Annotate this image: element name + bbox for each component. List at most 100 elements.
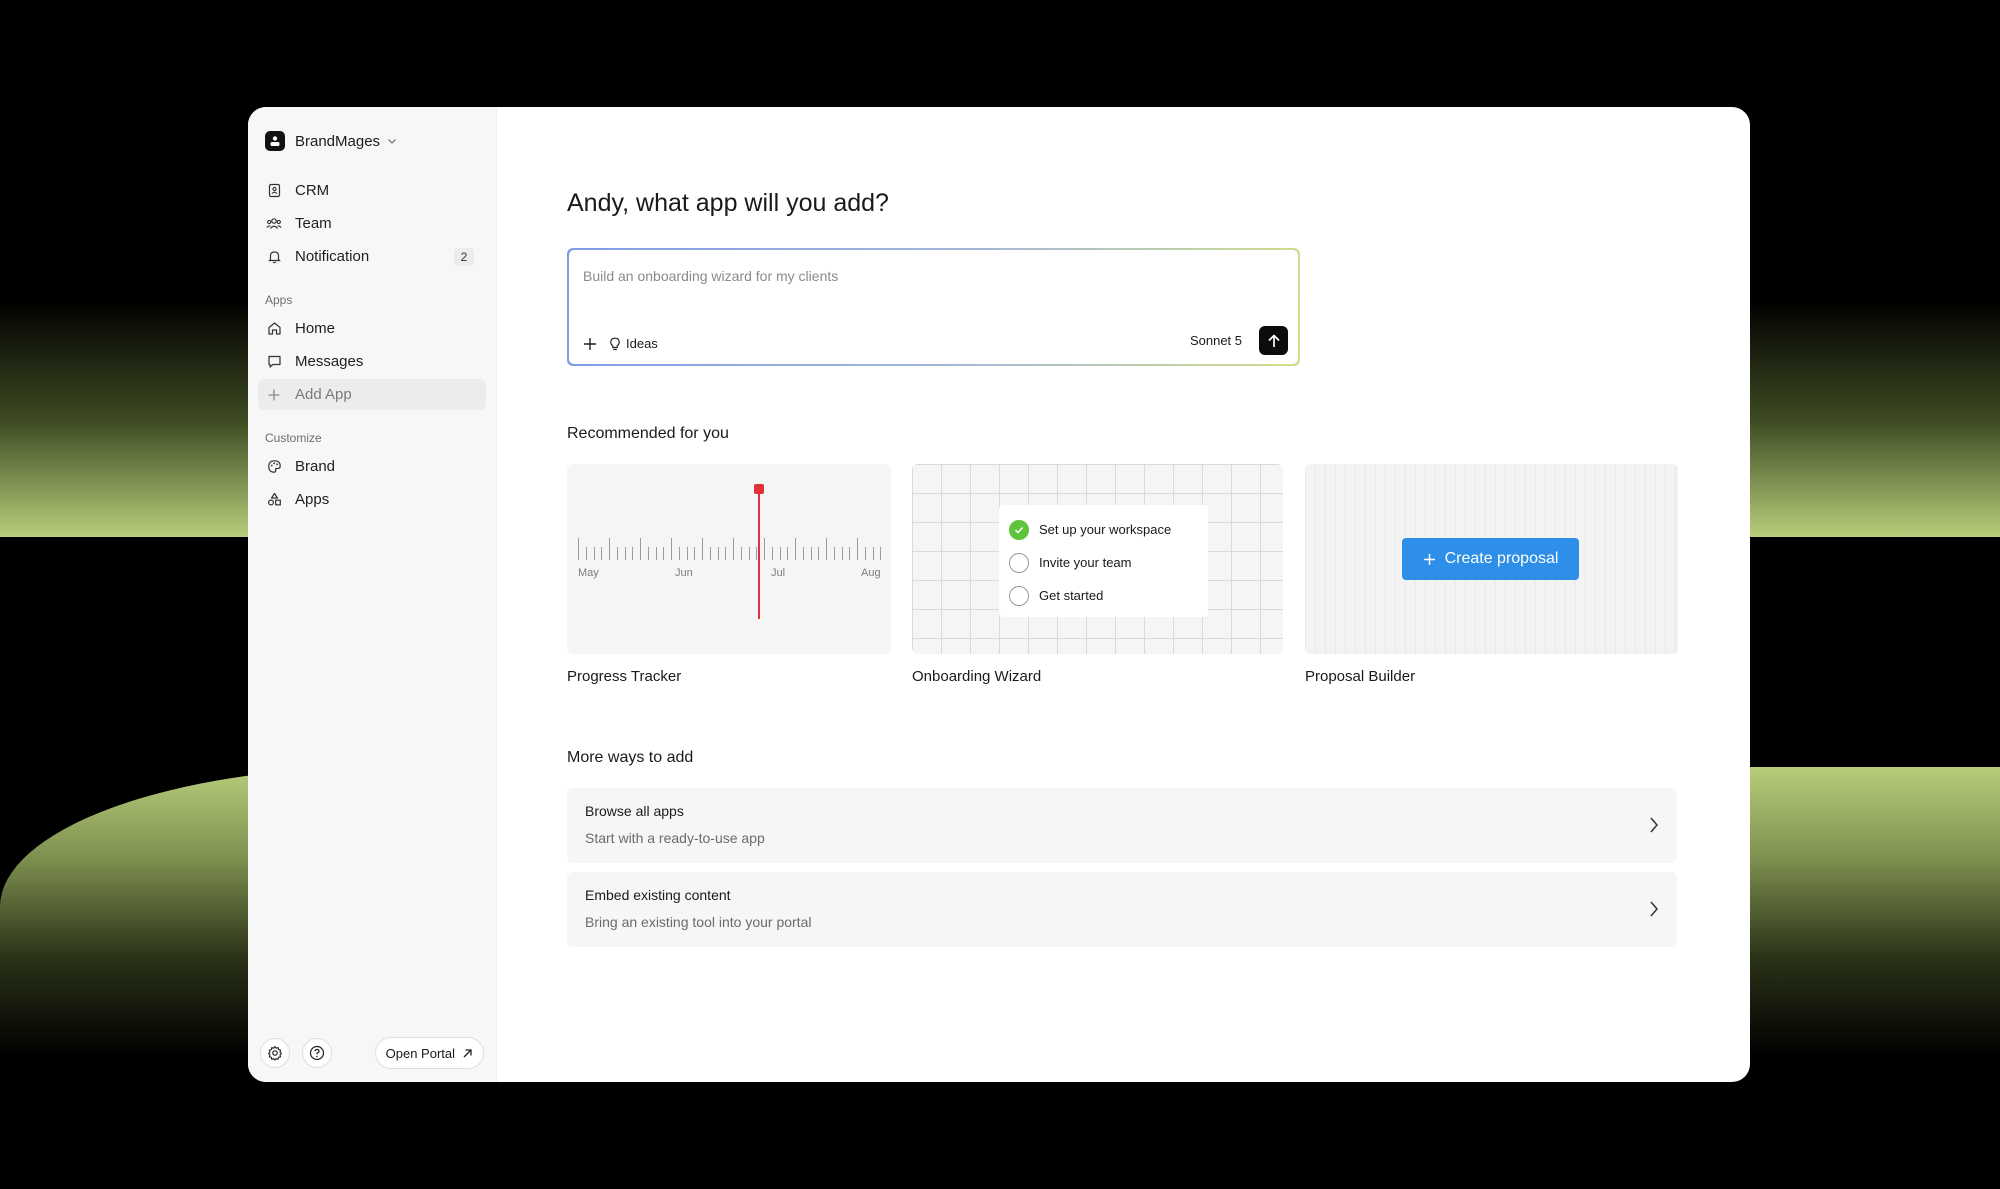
sidebar-item-label: Notification (295, 248, 370, 265)
progress-tracker-preview: May Jun Jul Aug (567, 464, 891, 654)
timeline-month-label: Aug (861, 567, 881, 579)
card-onboarding-wizard[interactable]: Set up your workspace Invite your team G… (912, 464, 1283, 685)
timeline-tick (872, 547, 874, 560)
timeline-tick (694, 547, 696, 560)
card-progress-tracker[interactable]: May Jun Jul Aug Progress Tracker (567, 464, 891, 685)
attach-plus-icon[interactable] (583, 337, 597, 351)
page-title: Andy, what app will you add? (567, 189, 889, 217)
wizard-step: Get started (1009, 579, 1198, 612)
contacts-icon (266, 183, 282, 199)
option-subtitle: Start with a ready-to-use app (585, 830, 765, 846)
timeline-month-label: Jul (771, 567, 786, 579)
plus-icon (1423, 553, 1436, 566)
timeline-tick (787, 547, 789, 560)
timeline-tick (725, 547, 727, 560)
lightbulb-icon (609, 337, 621, 351)
arrow-up-icon (1266, 333, 1282, 349)
timeline-tick (756, 547, 758, 560)
timeline-tick (795, 538, 796, 560)
timeline-tick (740, 547, 742, 560)
send-button[interactable] (1259, 326, 1288, 355)
timeline-tick (632, 547, 634, 560)
more-ways-section-title: More ways to add (567, 749, 694, 766)
home-icon (266, 321, 282, 337)
gear-icon (267, 1045, 283, 1061)
empty-circle-icon (1009, 552, 1029, 573)
sidebar-item-label: Messages (295, 353, 364, 370)
check-circle-icon (1009, 519, 1029, 540)
timeline-tick (733, 538, 734, 560)
wizard-steps-panel: Set up your workspace Invite your team G… (999, 505, 1208, 617)
prompt-input[interactable] (583, 264, 1263, 288)
apps-section-label: Apps (265, 293, 293, 307)
sidebar-item-crm[interactable]: CRM (258, 175, 486, 206)
card-title: Proposal Builder (1305, 668, 1416, 685)
timeline-tick (717, 547, 719, 560)
timeline-playhead[interactable] (758, 486, 760, 619)
sidebar-item-team[interactable]: Team (258, 208, 486, 239)
help-button[interactable] (302, 1038, 332, 1068)
prompt-actions: Sonnet 5 (1190, 326, 1288, 355)
timeline-tick (585, 547, 587, 560)
open-portal-button[interactable]: Open Portal (374, 1037, 484, 1069)
sidebar-item-apps[interactable]: Apps (258, 484, 486, 515)
timeline-tick (601, 547, 603, 560)
timeline-tick (857, 538, 858, 560)
plus-icon (266, 387, 282, 403)
timeline-tick (671, 538, 672, 560)
recommended-section-title: Recommended for you (567, 425, 729, 442)
shapes-icon (266, 492, 282, 508)
embed-existing-content-option[interactable]: Embed existing content Bring an existing… (567, 872, 1677, 947)
empty-circle-icon (1009, 585, 1029, 606)
sidebar-item-label: Home (295, 320, 336, 337)
chevron-right-icon (1649, 816, 1659, 839)
prompt-tools: Ideas (583, 336, 658, 351)
notification-count-badge: 2 (454, 248, 474, 266)
wizard-step: Set up your workspace (1009, 513, 1198, 546)
sidebar-item-label: Apps (295, 491, 330, 508)
timeline-tick (616, 547, 618, 560)
main-content: Andy, what app will you add? Ideas (497, 107, 1750, 1082)
bell-icon (266, 249, 282, 265)
settings-button[interactable] (260, 1038, 290, 1068)
sidebar-item-messages[interactable]: Messages (258, 346, 486, 377)
timeline-tick (764, 538, 765, 560)
card-proposal-builder[interactable]: Create proposal Proposal Builder (1305, 464, 1678, 685)
create-proposal-button[interactable]: Create proposal (1402, 538, 1579, 580)
sidebar-item-label: Team (295, 215, 332, 232)
sidebar-item-add-app[interactable]: Add App (258, 379, 486, 410)
ideas-label: Ideas (626, 336, 658, 351)
timeline-tick (593, 547, 595, 560)
timeline-tick (779, 547, 781, 560)
workspace-logo-icon (265, 131, 285, 151)
team-icon (266, 216, 282, 232)
timeline-tick (826, 538, 827, 560)
sidebar-item-brand[interactable]: Brand (258, 451, 486, 482)
timeline-tick (624, 547, 626, 560)
timeline-tick (802, 547, 804, 560)
ideas-button[interactable]: Ideas (609, 336, 658, 351)
open-portal-label: Open Portal (385, 1045, 455, 1061)
chevron-down-icon (386, 135, 398, 147)
help-circle-icon (309, 1045, 325, 1061)
option-subtitle: Bring an existing tool into your portal (585, 914, 812, 930)
timeline-month-label: May (578, 567, 599, 579)
sidebar-apps-nav: Home Messages Add App (258, 313, 486, 410)
timeline-tick (849, 547, 851, 560)
timeline-playhead-handle[interactable] (754, 484, 764, 494)
timeline-tick (841, 547, 843, 560)
model-selector[interactable]: Sonnet 5 (1190, 333, 1242, 348)
create-proposal-label: Create proposal (1444, 550, 1559, 567)
sidebar-item-home[interactable]: Home (258, 313, 486, 344)
browse-all-apps-option[interactable]: Browse all apps Start with a ready-to-us… (567, 788, 1677, 863)
app-window: BrandMages CRM Team Notification 2 Apps … (248, 107, 1750, 1082)
timeline-tick (655, 547, 657, 560)
wizard-step-label: Get started (1039, 588, 1104, 603)
timeline-tick (578, 538, 579, 560)
timeline-tick (748, 547, 750, 560)
workspace-name: BrandMages (295, 132, 381, 150)
timeline-tick (609, 538, 610, 560)
workspace-switcher[interactable]: BrandMages (258, 117, 486, 165)
sidebar-item-label: CRM (295, 182, 330, 199)
sidebar-item-notification[interactable]: Notification 2 (258, 241, 486, 272)
